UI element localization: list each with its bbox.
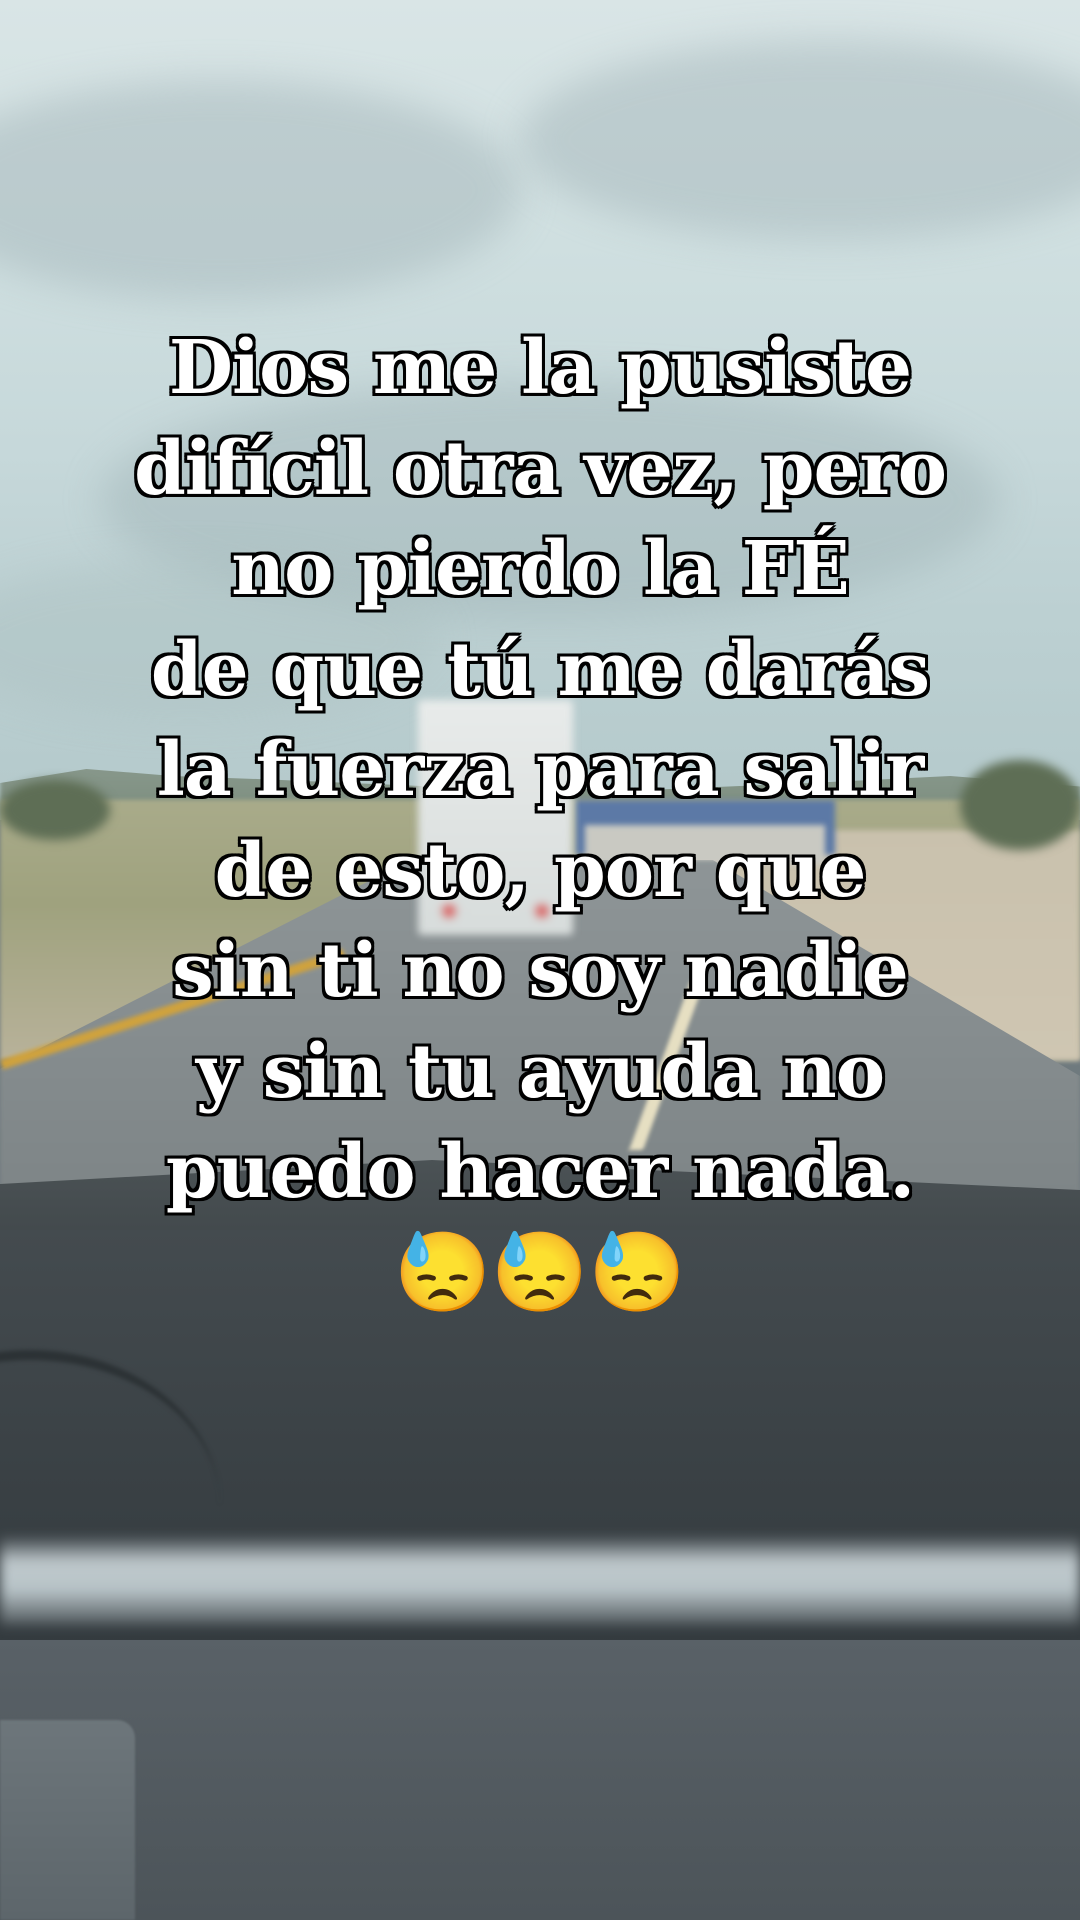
caption-line: de esto, por que (214, 827, 867, 914)
dashboard-lower (0, 1640, 1080, 1920)
dashboard-reflection (0, 1535, 1080, 1625)
caption-line: sin ti no soy nadie (172, 928, 909, 1014)
sad-sweat-emoji-icon: 😓😓😓 (394, 1226, 686, 1318)
caption-line: la fuerza para salir (156, 727, 924, 813)
caption-line: no pierdo la FÉ (231, 526, 849, 612)
caption-line: difícil otra vez, pero (134, 425, 947, 512)
video-frame: Dios me la pusiste difícil otra vez, per… (0, 0, 1080, 1920)
caption-text: Dios me la pusiste difícil otra vez, per… (40, 318, 1040, 1323)
caption-line: de que tú me darás (150, 626, 930, 713)
dashboard-panel (0, 1720, 135, 1920)
caption-line: y sin tu ayuda no (195, 1028, 885, 1115)
caption-line: puedo hacer nada. (165, 1129, 915, 1215)
caption-line: Dios me la pusiste (168, 325, 912, 411)
